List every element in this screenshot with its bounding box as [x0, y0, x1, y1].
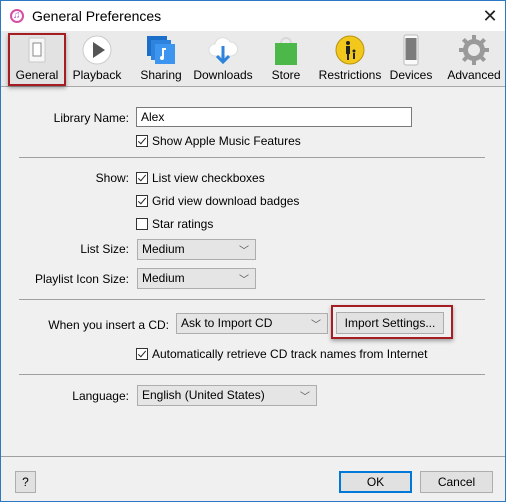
language-label: Language:	[72, 389, 129, 403]
auto-retrieve-cd-names-label: Automatically retrieve CD track names fr…	[152, 347, 428, 361]
tab-store-label: Store	[271, 68, 301, 82]
play-icon	[82, 35, 112, 65]
tab-playback[interactable]: Playback	[67, 31, 127, 86]
separator	[19, 157, 485, 158]
preferences-window: ♫ General Preferences ✕ General Playback	[0, 0, 506, 502]
list-view-checkboxes-label: List view checkboxes	[152, 171, 265, 185]
checkbox-box[interactable]	[136, 348, 148, 360]
tab-restrictions-label: Restrictions	[318, 68, 382, 82]
general-switch-icon	[28, 37, 46, 63]
help-button[interactable]: ?	[15, 471, 36, 493]
gear-icon	[459, 35, 489, 65]
title-bar: ♫ General Preferences ✕	[1, 1, 505, 31]
preferences-toolbar: General Playback Sharing Downloads Store…	[1, 31, 505, 87]
list-size-label: List Size:	[80, 242, 129, 256]
star-ratings-checkbox[interactable]: Star ratings	[136, 217, 213, 231]
list-view-checkboxes-checkbox[interactable]: List view checkboxes	[136, 171, 265, 185]
list-size-select[interactable]: Medium ﹀	[137, 239, 256, 260]
import-settings-button[interactable]: Import Settings...	[336, 312, 444, 334]
tab-devices-label: Devices	[389, 68, 433, 82]
chevron-down-icon: ﹀	[239, 275, 249, 286]
tab-advanced-label: Advanced	[447, 68, 501, 82]
checkbox-box[interactable]	[136, 218, 148, 230]
tab-downloads[interactable]: Downloads	[193, 31, 253, 86]
show-apple-music-label: Show Apple Music Features	[152, 134, 301, 148]
checkbox-box[interactable]	[136, 135, 148, 147]
show-label: Show:	[95, 171, 129, 185]
tab-advanced[interactable]: Advanced	[447, 31, 501, 86]
playlist-icon-size-select[interactable]: Medium ﹀	[137, 268, 256, 289]
cloud-download-icon	[208, 37, 238, 65]
tab-devices[interactable]: Devices	[389, 31, 433, 86]
grid-view-badges-checkbox[interactable]: Grid view download badges	[136, 194, 299, 208]
iphone-icon	[403, 34, 419, 66]
ok-button[interactable]: OK	[339, 471, 412, 493]
separator	[19, 374, 485, 375]
insert-cd-label: When you insert a CD:	[48, 318, 169, 332]
parental-restrictions-icon	[335, 35, 365, 65]
star-ratings-label: Star ratings	[152, 217, 214, 231]
close-button[interactable]: ✕	[475, 1, 505, 31]
tab-sharing[interactable]: Sharing	[134, 31, 188, 86]
checkbox-box[interactable]	[136, 195, 148, 207]
footer-separator	[1, 456, 505, 457]
tab-sharing-label: Sharing	[140, 68, 182, 82]
itunes-app-icon: ♫	[10, 9, 24, 23]
playlist-icon-size-value: Medium	[142, 271, 185, 285]
show-apple-music-checkbox[interactable]: Show Apple Music Features	[136, 134, 301, 148]
insert-cd-value: Ask to Import CD	[181, 316, 273, 330]
sharing-music-icon	[147, 36, 175, 64]
auto-retrieve-cd-names-checkbox[interactable]: Automatically retrieve CD track names fr…	[136, 347, 427, 361]
tab-restrictions[interactable]: Restrictions	[317, 31, 383, 86]
insert-cd-select[interactable]: Ask to Import CD ﹀	[176, 313, 328, 334]
chevron-down-icon: ﹀	[300, 392, 310, 403]
chevron-down-icon: ﹀	[239, 246, 249, 257]
tab-store[interactable]: Store	[265, 31, 307, 86]
tab-downloads-label: Downloads	[193, 68, 253, 82]
tab-general-label: General	[15, 68, 59, 82]
language-value: English (United States)	[142, 388, 265, 402]
chevron-down-icon: ﹀	[311, 320, 321, 331]
tab-playback-label: Playback	[72, 68, 122, 82]
shopping-bag-icon	[275, 37, 297, 65]
list-size-value: Medium	[142, 242, 185, 256]
tab-general[interactable]: General	[9, 31, 65, 86]
library-name-label: Library Name:	[53, 111, 129, 125]
checkbox-box[interactable]	[136, 172, 148, 184]
cancel-button[interactable]: Cancel	[420, 471, 493, 493]
library-name-input[interactable]	[136, 107, 412, 127]
grid-view-badges-label: Grid view download badges	[152, 194, 300, 208]
language-select[interactable]: English (United States) ﹀	[137, 385, 317, 406]
window-title: General Preferences	[32, 8, 162, 24]
separator	[19, 299, 485, 300]
playlist-icon-size-label: Playlist Icon Size:	[34, 272, 129, 286]
